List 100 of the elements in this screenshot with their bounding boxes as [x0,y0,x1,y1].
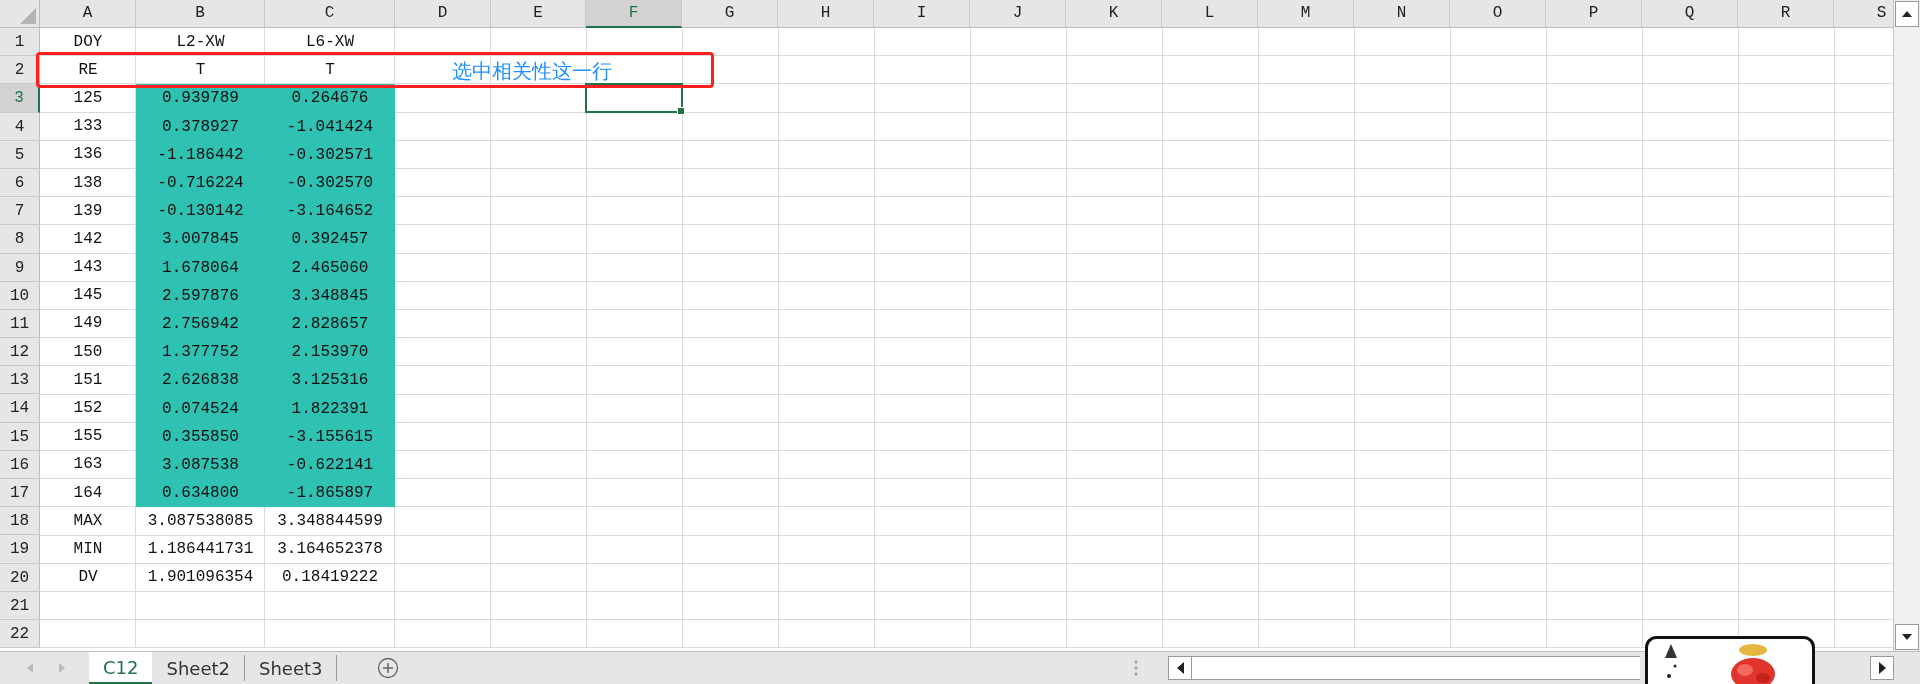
column-header[interactable]: F [586,0,682,28]
table-cell-text: L6-XW [305,31,355,53]
table-cell-text: 145 [72,285,104,307]
table-cell-text: 163 [72,454,104,476]
table-cell: -0.302570 [265,168,395,198]
table-cell: 3.125316 [265,366,395,395]
table-cell: 3.007845 [136,225,265,254]
row-header[interactable]: 21 [0,591,40,620]
table-cell-text: 150 [72,341,104,363]
table-cell-text: 138 [72,172,104,194]
row-header[interactable]: 10 [0,281,40,310]
table-cell: 3.348845 [265,281,395,310]
row-header[interactable]: 2 [0,56,40,85]
row-header[interactable]: 1 [0,28,40,57]
table-cell-text: L2-XW [175,31,226,53]
table-cell-text: DV [77,567,99,589]
row-header[interactable]: 7 [0,197,40,226]
row-header[interactable]: 11 [0,309,40,339]
horizontal-scrollbar[interactable] [1192,656,1640,680]
table-cell: 0.378927 [136,112,265,141]
table-cell: -1.041424 [265,112,395,141]
scroll-up-button[interactable] [1895,1,1919,27]
row-header[interactable]: 13 [0,366,40,395]
table-cell-text: MIN [72,538,104,560]
table-cell-text: 149 [72,313,104,335]
table-cell-text: DOY [72,31,104,53]
table-cell: 0.392457 [265,225,395,254]
table-cell-text: 133 [72,116,104,138]
row-header[interactable]: 8 [0,225,40,254]
table-cell-text: RE [77,59,99,81]
right-arrow-icon [1878,662,1886,674]
add-sheet-icon[interactable] [377,657,400,679]
table-cell-text: 1.186441731 [146,538,255,560]
table-cell: 0.264676 [265,84,395,113]
selected-cell[interactable] [585,83,683,113]
row-header[interactable]: 12 [0,338,40,367]
table-cell-text: 164 [72,482,104,504]
table-cell: 2.828657 [265,309,395,339]
row-header[interactable]: 9 [0,253,40,282]
table-cell-text: 136 [72,144,104,166]
table-cell: 2.626838 [136,366,265,395]
table-cell: -1.186442 [136,140,265,169]
annotation-text: 选中相关性这一行 [452,59,612,83]
row-header[interactable]: 18 [0,507,40,536]
table-cell: -3.155615 [265,422,395,451]
table-cell-text: 3.348844599 [276,510,384,532]
scroll-left-button[interactable] [1168,656,1192,680]
table-cell: 3.087538 [136,450,265,479]
row-header[interactable]: 14 [0,394,40,423]
table-cell-text: T [194,59,207,81]
table-cell: -0.130142 [136,197,265,226]
table-cell: 0.355850 [136,422,265,451]
table-cell: -0.716224 [136,168,265,198]
down-arrow-icon [1902,634,1912,640]
row-header[interactable]: 20 [0,563,40,592]
sheet-tab[interactable]: Sheet3 [245,655,338,681]
vertical-scrollbar[interactable] [1893,0,1920,651]
table-cell: 2.465060 [265,253,395,282]
table-cell-text: 139 [72,200,104,222]
splitter-handle-icon[interactable] [1134,660,1138,676]
table-cell: -0.622141 [265,450,395,479]
table-cell-text: MAX [72,510,104,532]
sheet-tab[interactable]: C12 [89,652,153,684]
table-cell: 0.634800 [136,479,265,508]
table-cell-text: 3.087538085 [146,510,255,532]
table-cell: 0.939789 [136,84,265,113]
table-cell: 2.153970 [265,338,395,367]
table-cell: 1.822391 [265,394,395,423]
row-header[interactable]: 22 [0,619,40,649]
table-cell-text: 143 [72,257,104,279]
row-header[interactable]: 5 [0,140,40,169]
row-header[interactable]: 4 [0,112,40,141]
row-header[interactable]: 3 [0,84,40,113]
table-cell: -3.164652 [265,197,395,226]
row-header[interactable]: 6 [0,168,40,198]
up-arrow-icon [1902,11,1912,17]
row-header[interactable]: 19 [0,535,40,564]
table-cell-text: 152 [72,398,104,420]
table-cell: 1.377752 [136,338,265,367]
table-cell-text: 1.901096354 [146,567,255,589]
table-cell: 2.756942 [136,309,265,339]
table-cell-text: 125 [72,87,104,109]
scroll-down-button[interactable] [1895,624,1919,650]
table-cell-text: 3.164652378 [276,538,384,560]
table-cell-text: 0.18419222 [281,567,379,589]
row-header[interactable]: 16 [0,450,40,479]
table-cell: 1.678064 [136,253,265,282]
table-cell-text: 151 [72,369,104,391]
table-cell: 0.074524 [136,394,265,423]
table-cell-text: 142 [72,228,104,250]
row-header[interactable]: 15 [0,422,40,451]
left-arrow-icon [1176,662,1184,674]
table-cell: 2.597876 [136,281,265,310]
table-cell: -0.302571 [265,140,395,169]
table-cell-text: T [324,59,336,81]
sheet-tab[interactable]: Sheet2 [152,655,245,681]
row-header[interactable]: 17 [0,479,40,508]
table-cell: -1.865897 [265,479,395,508]
table-cell-text: 155 [72,426,104,448]
scroll-right-button[interactable] [1870,656,1894,680]
